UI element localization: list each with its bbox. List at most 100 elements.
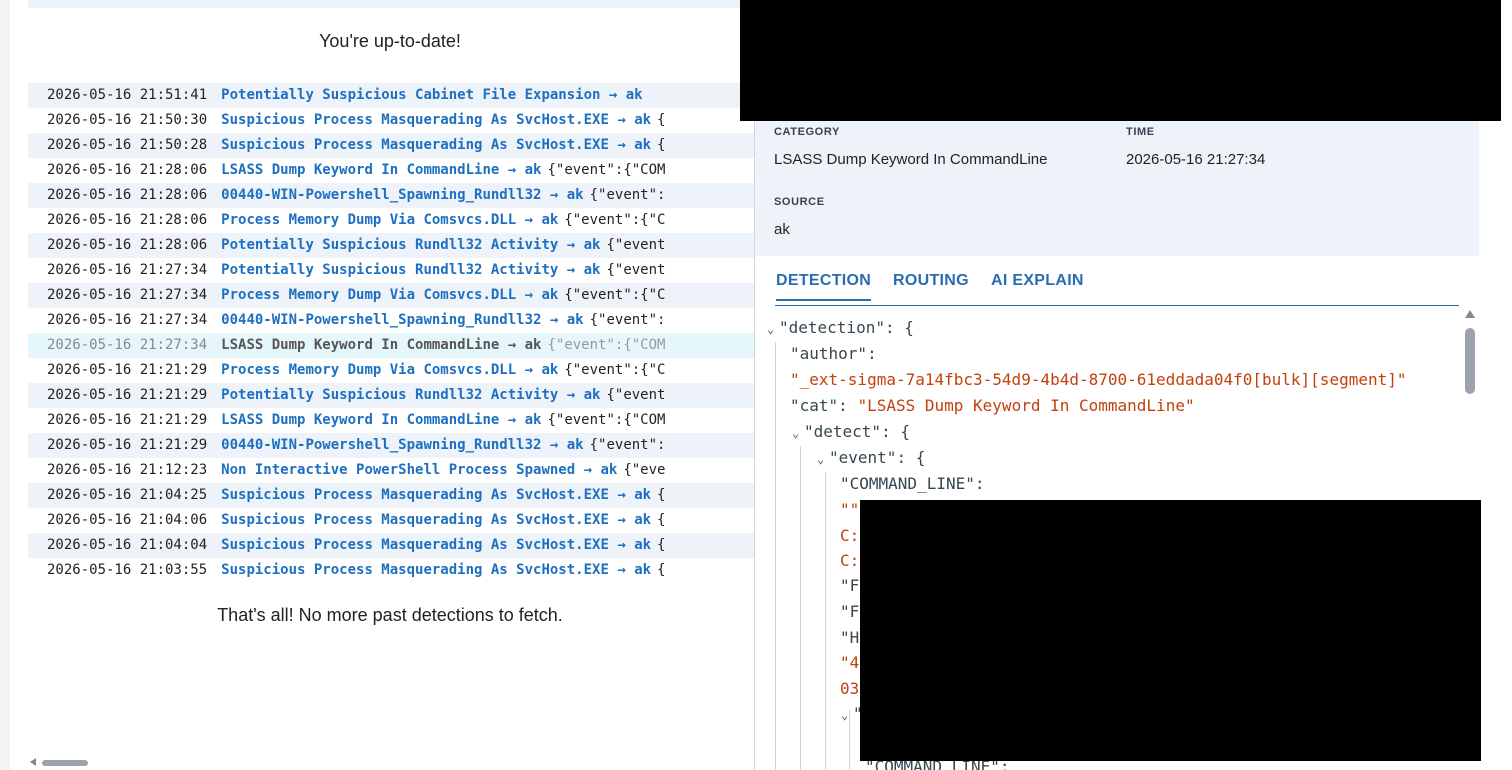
detection-row[interactable]: 2026-05-16 21:50:28 Suspicious Process Ma… — [28, 133, 754, 158]
json-line-event[interactable]: ⌄ "event": { — [817, 448, 925, 467]
detection-row[interactable]: 2026-05-16 21:28:06 LSASS Dump Keyword In… — [28, 158, 754, 183]
detection-sensor[interactable]: ak — [525, 337, 542, 353]
detection-row[interactable]: 2026-05-16 21:28:06 Process Memory Dump V… — [28, 208, 754, 233]
json-partial-line: "F — [840, 602, 860, 621]
detection-time: 2026-05-16 21:03:55 — [47, 562, 208, 578]
detection-sensor[interactable]: ak — [541, 212, 558, 228]
source-label: SOURCE — [774, 196, 825, 208]
detection-sensor[interactable]: ak — [634, 112, 651, 128]
chevron-down-icon[interactable]: ⌄ — [841, 708, 853, 722]
detection-sensor[interactable]: ak — [600, 462, 617, 478]
tab-detection[interactable]: DETECTION — [776, 272, 872, 301]
json-partial-line: C: — [840, 551, 860, 570]
detection-row[interactable]: 2026-05-16 21:27:34 00440-WIN-Powershell_… — [28, 308, 754, 333]
detection-sensor[interactable]: ak — [525, 412, 542, 428]
detection-row[interactable]: 2026-05-16 21:03:55 Suspicious Process Ma… — [28, 558, 754, 583]
json-line-detection[interactable]: ⌄ "detection": { — [767, 318, 914, 337]
detection-name[interactable]: 00440-WIN-Powershell_Spawning_Rundll32 — [221, 187, 541, 203]
detection-time: 2026-05-16 21:04:25 — [47, 487, 208, 503]
detection-row[interactable]: 2026-05-16 21:21:29 00440-WIN-Powershell_… — [28, 433, 754, 458]
detection-name[interactable]: Suspicious Process Masquerading As SvcHo… — [221, 487, 609, 503]
arrow-right-icon: → — [541, 187, 567, 203]
detection-time: 2026-05-16 21:21:29 — [47, 412, 208, 428]
horizontal-scroll-thumb[interactable] — [42, 760, 88, 766]
detection-row[interactable]: 2026-05-16 21:21:29 Process Memory Dump V… — [28, 358, 754, 383]
detection-sensor[interactable]: ak — [634, 562, 651, 578]
detection-payload: {"event": — [589, 187, 666, 203]
arrow-right-icon: → — [516, 212, 542, 228]
detection-sensor[interactable]: ak — [567, 187, 584, 203]
detection-row[interactable]: 2026-05-16 21:04:25 Suspicious Process Ma… — [28, 483, 754, 508]
arrow-right-icon: → — [499, 162, 525, 178]
list-top-band — [28, 0, 754, 8]
detection-payload: { — [657, 137, 666, 153]
detection-row[interactable]: 2026-05-16 21:28:06 00440-WIN-Powershell_… — [28, 183, 754, 208]
detection-name[interactable]: 00440-WIN-Powershell_Spawning_Rundll32 — [221, 437, 541, 453]
arrow-right-icon: → — [608, 562, 635, 578]
detection-sensor[interactable]: ak — [634, 512, 651, 528]
detection-name[interactable]: Suspicious Process Masquerading As SvcHo… — [221, 512, 609, 528]
detection-name[interactable]: Suspicious Process Masquerading As SvcHo… — [221, 562, 609, 578]
json-guide-line — [825, 472, 826, 770]
detection-name[interactable]: LSASS Dump Keyword In CommandLine — [221, 337, 499, 353]
detection-sensor[interactable]: ak — [525, 162, 542, 178]
tab-routing[interactable]: ROUTING — [893, 272, 969, 290]
detection-sensor[interactable]: ak — [584, 387, 601, 403]
detection-name[interactable]: 00440-WIN-Powershell_Spawning_Rundll32 — [221, 312, 541, 328]
json-guide-line — [800, 446, 801, 770]
detection-time: 2026-05-16 21:28:06 — [47, 162, 208, 178]
chevron-down-icon[interactable]: ⌄ — [817, 452, 829, 466]
detection-row[interactable]: 2026-05-16 21:27:34 LSASS Dump Keyword In… — [28, 333, 754, 358]
detection-sensor[interactable]: ak — [634, 487, 651, 503]
detection-row[interactable]: 2026-05-16 21:12:23 Non Interactive Power… — [28, 458, 754, 483]
detection-name[interactable]: Suspicious Process Masquerading As SvcHo… — [221, 112, 609, 128]
detection-row[interactable]: 2026-05-16 21:21:29 Potentially Suspiciou… — [28, 383, 754, 408]
detection-name[interactable]: LSASS Dump Keyword In CommandLine — [221, 412, 499, 428]
arrow-right-icon: → — [541, 312, 567, 328]
category-label: CATEGORY — [774, 126, 840, 138]
detection-sensor[interactable]: ak — [541, 362, 558, 378]
detection-sensor[interactable]: ak — [567, 437, 584, 453]
detection-sensor[interactable]: ak — [634, 137, 651, 153]
detection-row[interactable]: 2026-05-16 21:51:41 Potentially Suspiciou… — [28, 83, 754, 108]
detection-name[interactable]: Non Interactive PowerShell Process Spawn… — [221, 462, 575, 478]
detection-name[interactable]: Potentially Suspicious Rundll32 Activity — [221, 262, 558, 278]
detection-sensor[interactable]: ak — [541, 287, 558, 303]
chevron-down-icon[interactable]: ⌄ — [792, 426, 804, 440]
detection-name[interactable]: Process Memory Dump Via Comsvcs.DLL — [221, 212, 516, 228]
horizontal-scrollbar[interactable] — [30, 756, 754, 770]
detection-row[interactable]: 2026-05-16 21:27:34 Process Memory Dump V… — [28, 283, 754, 308]
detection-row[interactable]: 2026-05-16 21:04:06 Suspicious Process Ma… — [28, 508, 754, 533]
detection-sensor[interactable]: ak — [584, 262, 601, 278]
chevron-down-icon[interactable]: ⌄ — [767, 322, 779, 336]
detection-row[interactable]: 2026-05-16 21:27:34 Potentially Suspiciou… — [28, 258, 754, 283]
detection-row[interactable]: 2026-05-16 21:50:30 Suspicious Process Ma… — [28, 108, 754, 133]
scroll-up-icon[interactable] — [1465, 310, 1475, 318]
detection-sensor[interactable]: ak — [584, 237, 601, 253]
detection-payload: { — [657, 112, 666, 128]
detection-name[interactable]: Suspicious Process Masquerading As SvcHo… — [221, 537, 609, 553]
detection-time: 2026-05-16 21:04:06 — [47, 512, 208, 528]
detection-sensor[interactable]: ak — [634, 537, 651, 553]
detection-name[interactable]: Potentially Suspicious Rundll32 Activity — [221, 237, 558, 253]
vertical-scroll-thumb[interactable] — [1465, 328, 1475, 394]
detection-name[interactable]: Process Memory Dump Via Comsvcs.DLL — [221, 362, 516, 378]
detection-payload: {"event — [606, 237, 666, 253]
detection-name[interactable]: Suspicious Process Masquerading As SvcHo… — [221, 137, 609, 153]
arrow-right-icon: → — [608, 112, 635, 128]
detection-row[interactable]: 2026-05-16 21:04:04 Suspicious Process Ma… — [28, 533, 754, 558]
detection-sensor[interactable]: ak — [567, 312, 584, 328]
detection-row[interactable]: 2026-05-16 21:21:29 LSASS Dump Keyword In… — [28, 408, 754, 433]
json-line-detect[interactable]: ⌄ "detect": { — [792, 422, 910, 441]
detection-sensor[interactable]: ak — [626, 87, 643, 103]
detection-row[interactable]: 2026-05-16 21:28:06 Potentially Suspiciou… — [28, 233, 754, 258]
scroll-left-icon[interactable] — [30, 758, 36, 766]
detection-name[interactable]: Potentially Suspicious Cabinet File Expa… — [221, 87, 600, 103]
detection-name[interactable]: LSASS Dump Keyword In CommandLine — [221, 162, 499, 178]
detection-payload: {"event": — [589, 312, 666, 328]
tab-ai-explain[interactable]: AI EXPLAIN — [991, 272, 1084, 290]
detection-payload: { — [657, 562, 666, 578]
detection-name[interactable]: Potentially Suspicious Rundll32 Activity — [221, 387, 558, 403]
json-partial-line: 03 — [840, 679, 860, 698]
detection-name[interactable]: Process Memory Dump Via Comsvcs.DLL — [221, 287, 516, 303]
